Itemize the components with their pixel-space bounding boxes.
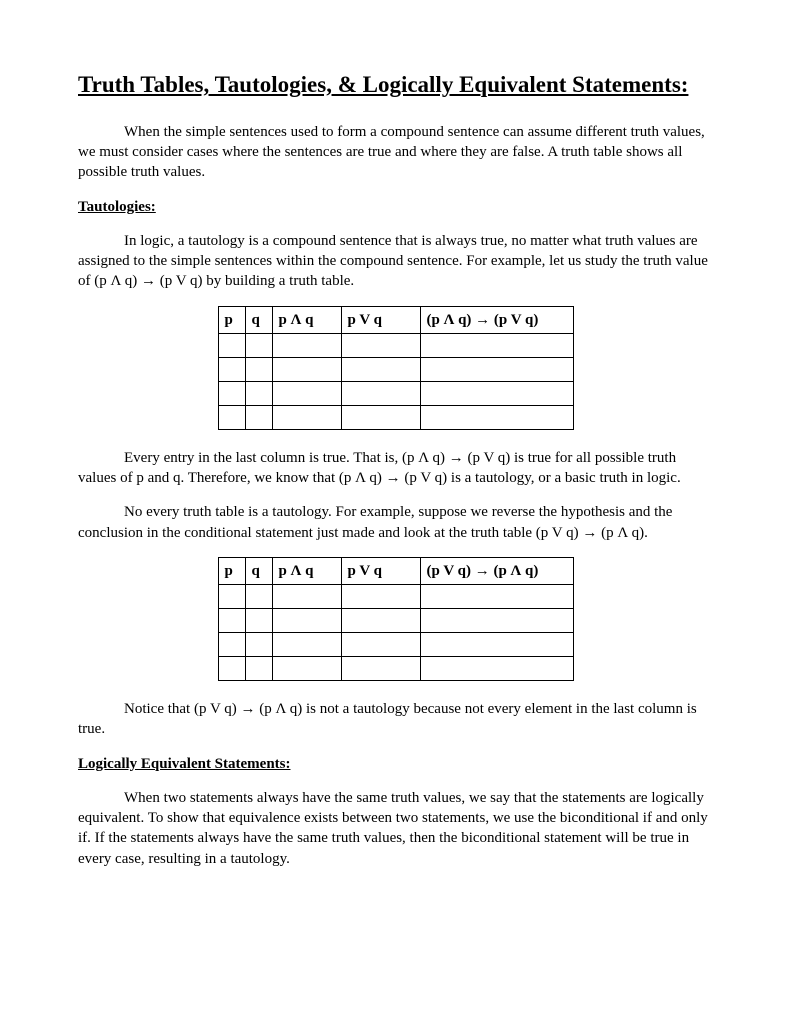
cell (218, 357, 245, 381)
table-header-row: p q p Λ q p V q (p Λ q) → (p V q) (218, 306, 573, 333)
table-row (218, 657, 573, 681)
cell (245, 657, 272, 681)
col-q: q (245, 306, 272, 333)
cell (245, 357, 272, 381)
after-table1-paragraph-b: No every truth table is a tautology. For… (78, 502, 713, 543)
table-row (218, 405, 573, 429)
cell (272, 633, 341, 657)
intro-text: When the simple sentences used to form a… (78, 124, 705, 181)
col-implication: (p V q) → (p Λ q) (420, 557, 573, 584)
intro-paragraph: When the simple sentences used to form a… (78, 122, 713, 183)
cell (272, 657, 341, 681)
page-title: Truth Tables, Tautologies, & Logically E… (78, 70, 713, 100)
table-row (218, 381, 573, 405)
col-or: p V q (341, 557, 420, 584)
cell (245, 333, 272, 357)
truth-table-2: p q p Λ q p V q (p V q) → (p Λ q) (218, 557, 574, 681)
cell (272, 585, 341, 609)
cell (218, 609, 245, 633)
cell (420, 585, 573, 609)
tautologies-heading: Tautologies: (78, 197, 713, 217)
cell (420, 381, 573, 405)
cell (420, 405, 573, 429)
table-header-row: p q p Λ q p V q (p V q) → (p Λ q) (218, 557, 573, 584)
cell (272, 357, 341, 381)
col-and: p Λ q (272, 306, 341, 333)
cell (420, 657, 573, 681)
after-table2-paragraph: Notice that (p V q) → (p Λ q) is not a t… (78, 699, 713, 740)
cell (218, 585, 245, 609)
cell (218, 405, 245, 429)
col-or: p V q (341, 306, 420, 333)
cell (420, 357, 573, 381)
table-row (218, 633, 573, 657)
cell (272, 333, 341, 357)
logically-equivalent-heading: Logically Equivalent Statements: (78, 754, 713, 774)
col-p: p (218, 306, 245, 333)
col-p: p (218, 557, 245, 584)
truth-table-1: p q p Λ q p V q (p Λ q) → (p V q) (218, 306, 574, 430)
cell (341, 609, 420, 633)
cell (245, 609, 272, 633)
cell (272, 405, 341, 429)
after-table2-text: Notice that (p V q) → (p Λ q) is not a t… (78, 701, 697, 737)
cell (341, 633, 420, 657)
after-table1-text-b: No every truth table is a tautology. For… (78, 504, 672, 540)
cell (245, 381, 272, 405)
cell (341, 333, 420, 357)
logically-equivalent-text: When two statements always have the same… (78, 790, 708, 867)
cell (218, 657, 245, 681)
cell (272, 381, 341, 405)
col-implication: (p Λ q) → (p V q) (420, 306, 573, 333)
tautology-definition-text: In logic, a tautology is a compound sent… (78, 233, 708, 290)
cell (420, 609, 573, 633)
cell (218, 333, 245, 357)
table-row (218, 585, 573, 609)
cell (341, 657, 420, 681)
cell (245, 633, 272, 657)
cell (341, 585, 420, 609)
after-table1-text-a: Every entry in the last column is true. … (78, 450, 681, 486)
after-table1-paragraph-a: Every entry in the last column is true. … (78, 448, 713, 489)
cell (420, 633, 573, 657)
cell (341, 405, 420, 429)
cell (341, 381, 420, 405)
cell (272, 609, 341, 633)
cell (420, 333, 573, 357)
col-q: q (245, 557, 272, 584)
logically-equivalent-paragraph: When two statements always have the same… (78, 788, 713, 869)
table-row (218, 609, 573, 633)
cell (341, 357, 420, 381)
cell (218, 633, 245, 657)
table-row (218, 333, 573, 357)
table-row (218, 357, 573, 381)
cell (245, 405, 272, 429)
cell (218, 381, 245, 405)
col-and: p Λ q (272, 557, 341, 584)
tautology-definition-paragraph: In logic, a tautology is a compound sent… (78, 231, 713, 292)
cell (245, 585, 272, 609)
